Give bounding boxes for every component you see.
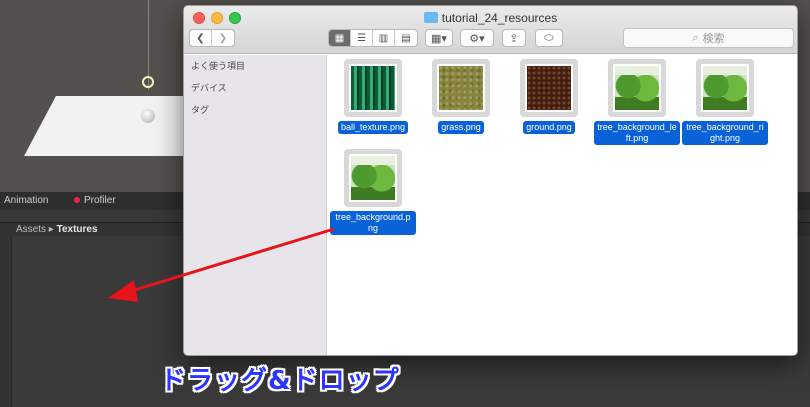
tree-image-thumbnail xyxy=(613,64,661,112)
file-thumbnail xyxy=(696,59,754,117)
project-left-strip xyxy=(0,236,12,407)
file-name: grass.png xyxy=(438,121,484,134)
search-icon: ⌕ xyxy=(692,31,699,44)
action-button[interactable]: ⚙▾ xyxy=(460,29,494,47)
window-title: tutorial_24_resources xyxy=(184,11,797,25)
tree-image-thumbnail xyxy=(349,154,397,202)
icon-view-icon[interactable]: ▦ xyxy=(329,30,351,46)
breadcrumb-separator: ▸ xyxy=(48,224,54,235)
tab-animation[interactable]: Animation xyxy=(4,195,48,206)
tag-icon: ⬭ xyxy=(544,31,554,44)
folder-icon xyxy=(423,12,438,23)
sidebar-item-tags[interactable]: タグ xyxy=(184,101,326,123)
light-gizmo-icon[interactable] xyxy=(142,76,154,88)
file-name: tree_background.png xyxy=(330,211,416,235)
tab-profiler-label: Profiler xyxy=(84,195,116,206)
gallery-view-icon[interactable]: ▤ xyxy=(395,30,417,46)
gear-icon: ⚙▾ xyxy=(469,32,485,45)
file-item[interactable]: grass.png xyxy=(418,59,504,135)
file-thumbnail xyxy=(432,59,490,117)
file-thumbnail xyxy=(520,59,578,117)
tags-button[interactable]: ⬭ xyxy=(535,29,563,47)
arrange-button[interactable]: ▦▾ xyxy=(425,29,453,47)
share-icon: ⇪ xyxy=(509,32,519,45)
back-button[interactable]: ❮ xyxy=(190,30,212,46)
view-switcher: ▦ ☰ ▥ ▤ xyxy=(328,29,418,47)
ground-texture-thumbnail xyxy=(525,64,573,112)
finder-sidebar: よく使う項目 デバイス タグ xyxy=(184,55,327,355)
file-name: tree_background_right.png xyxy=(682,121,768,145)
forward-button[interactable]: ❯ xyxy=(212,30,234,46)
file-item[interactable]: tree_background.png xyxy=(330,149,416,236)
finder-window: tutorial_24_resources ❮ ❯ ▦ ☰ ▥ ▤ ▦▾ ⚙▾ … xyxy=(183,5,798,356)
file-name: ground.png xyxy=(523,121,575,134)
sidebar-item-devices[interactable]: デバイス xyxy=(184,79,326,101)
scene-ball[interactable] xyxy=(141,109,155,123)
profiler-icon xyxy=(74,197,80,203)
file-item[interactable]: ground.png xyxy=(506,59,592,135)
file-item[interactable]: tree_background_left.png xyxy=(594,59,680,146)
file-grid: ball_texture.png grass.png ground.png tr… xyxy=(328,55,797,355)
finder-toolbar: tutorial_24_resources ❮ ❯ ▦ ☰ ▥ ▤ ▦▾ ⚙▾ … xyxy=(184,6,797,54)
breadcrumb-textures[interactable]: Textures xyxy=(57,224,98,235)
ball-texture-thumbnail xyxy=(349,64,397,112)
tab-profiler[interactable]: Profiler xyxy=(74,195,116,206)
column-view-icon[interactable]: ▥ xyxy=(373,30,395,46)
window-title-text: tutorial_24_resources xyxy=(441,11,558,25)
file-item[interactable]: ball_texture.png xyxy=(330,59,416,135)
sidebar-item-favorites[interactable]: よく使う項目 xyxy=(184,57,326,79)
breadcrumb-assets[interactable]: Assets xyxy=(16,224,46,235)
drag-and-drop-label: ドラッグ&ドロップ xyxy=(160,366,400,396)
grass-texture-thumbnail xyxy=(437,64,485,112)
file-thumbnail xyxy=(344,149,402,207)
file-name: tree_background_left.png xyxy=(594,121,680,145)
list-view-icon[interactable]: ☰ xyxy=(351,30,373,46)
nav-buttons: ❮ ❯ xyxy=(189,29,235,47)
search-input[interactable]: ⌕ 検索 xyxy=(623,28,794,48)
file-name: ball_texture.png xyxy=(337,121,409,134)
grid-icon: ▦▾ xyxy=(431,32,447,45)
file-thumbnail xyxy=(344,59,402,117)
tree-image-thumbnail xyxy=(701,64,749,112)
file-item[interactable]: tree_background_right.png xyxy=(682,59,768,146)
file-thumbnail xyxy=(608,59,666,117)
share-button[interactable]: ⇪ xyxy=(502,29,526,47)
search-placeholder: 検索 xyxy=(702,33,725,45)
